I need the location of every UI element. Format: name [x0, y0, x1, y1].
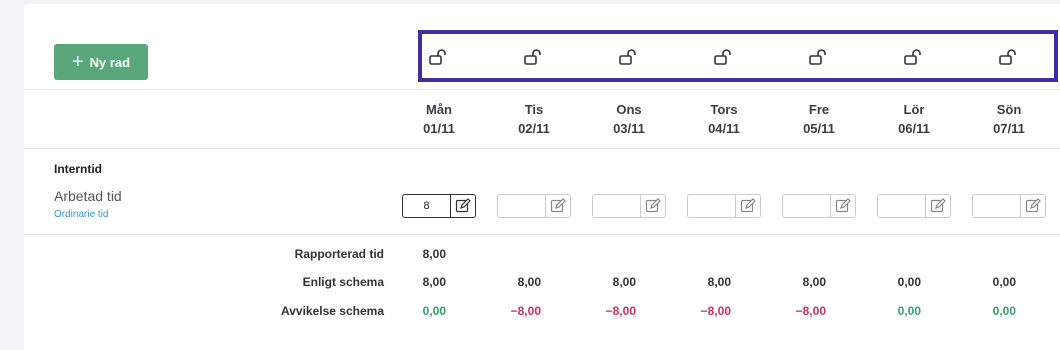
unlocked-padlock-icon[interactable]	[429, 49, 449, 65]
deviation-value: −8,00	[700, 304, 731, 318]
deviation-value: 0,00	[897, 304, 921, 318]
schedule-value: 8,00	[612, 275, 636, 289]
day-header: Tors 04/11	[694, 100, 754, 138]
divider	[24, 148, 1060, 149]
reported-value: 8,00	[422, 247, 446, 261]
row-title: Arbetad tid	[54, 188, 122, 204]
section-title: Interntid	[54, 162, 102, 176]
deviation-value: 0,00	[992, 304, 1016, 318]
day-date: 01/11	[423, 121, 455, 136]
new-row-label: Ny rad	[89, 54, 131, 70]
hours-field[interactable]	[783, 195, 830, 217]
unlocked-padlock-icon[interactable]	[524, 49, 544, 65]
divider	[24, 89, 1060, 90]
day-name: Mån	[426, 102, 452, 117]
hours-field[interactable]: 8	[403, 195, 450, 217]
edit-pencil-icon[interactable]	[640, 195, 665, 217]
new-row-button[interactable]: + Ny rad	[54, 44, 148, 80]
edit-pencil-icon[interactable]	[1020, 195, 1045, 217]
row-subtitle[interactable]: Ordinarie tid	[54, 209, 108, 220]
day-date: 03/11	[613, 121, 645, 136]
day-date: 05/11	[803, 121, 835, 136]
schedule-value: 0,00	[897, 275, 921, 289]
day-date: 04/11	[708, 121, 740, 136]
divider	[24, 234, 1060, 235]
edit-pencil-icon[interactable]	[545, 195, 570, 217]
hours-field[interactable]	[498, 195, 545, 217]
schedule-value: 0,00	[992, 275, 1016, 289]
day-name: Tors	[710, 102, 738, 117]
unlocked-padlock-icon[interactable]	[904, 49, 924, 65]
hours-input[interactable]: 8	[402, 194, 476, 218]
hours-input[interactable]	[972, 194, 1046, 218]
day-header: Lör 06/11	[884, 100, 944, 138]
hours-field[interactable]	[878, 195, 925, 217]
day-date: 07/11	[993, 121, 1025, 136]
unlocked-padlock-icon[interactable]	[714, 49, 734, 65]
deviation-value: −8,00	[795, 304, 826, 318]
edit-pencil-icon[interactable]	[450, 195, 475, 217]
deviation-value: −8,00	[605, 304, 636, 318]
day-date: 02/11	[518, 121, 550, 136]
hours-input[interactable]	[497, 194, 571, 218]
day-header: Sön 07/11	[979, 100, 1039, 138]
schedule-value: 8,00	[517, 275, 541, 289]
lock-highlight-box	[418, 30, 1058, 82]
hours-field[interactable]	[593, 195, 640, 217]
day-name: Ons	[616, 102, 642, 117]
unlocked-padlock-icon[interactable]	[809, 49, 829, 65]
day-header: Fre 05/11	[789, 100, 849, 138]
schedule-value: 8,00	[422, 275, 446, 289]
reported-label: Rapporterad tid	[294, 247, 384, 261]
schedule-value: 8,00	[802, 275, 826, 289]
edit-pencil-icon[interactable]	[925, 195, 950, 217]
schedule-label: Enligt schema	[302, 275, 384, 289]
day-header: Mån 01/11	[409, 100, 469, 138]
schedule-value: 8,00	[707, 275, 731, 289]
hours-input[interactable]	[687, 194, 761, 218]
hours-input[interactable]	[782, 194, 856, 218]
day-name: Lör	[903, 102, 925, 117]
unlocked-padlock-icon[interactable]	[999, 49, 1019, 65]
deviation-value: −8,00	[510, 304, 541, 318]
hours-input[interactable]	[592, 194, 666, 218]
hours-field[interactable]	[973, 195, 1020, 217]
day-name: Fre	[808, 102, 830, 117]
edit-pencil-icon[interactable]	[735, 195, 760, 217]
edit-pencil-icon[interactable]	[830, 195, 855, 217]
day-header: Tis 02/11	[504, 100, 564, 138]
day-header: Ons 03/11	[599, 100, 659, 138]
hours-input[interactable]	[877, 194, 951, 218]
day-name: Tis	[524, 102, 544, 117]
day-date: 06/11	[898, 121, 930, 136]
deviation-value: 0,00	[422, 304, 446, 318]
hours-field[interactable]	[688, 195, 735, 217]
unlocked-padlock-icon[interactable]	[619, 49, 639, 65]
plus-icon: +	[71, 51, 84, 73]
deviation-label: Avvikelse schema	[281, 304, 384, 318]
day-name: Sön	[996, 102, 1022, 117]
timesheet-card: + Ny rad Mån 01/11 Tis 02/11 Ons 03/11 Tors 04/…	[24, 4, 1060, 350]
